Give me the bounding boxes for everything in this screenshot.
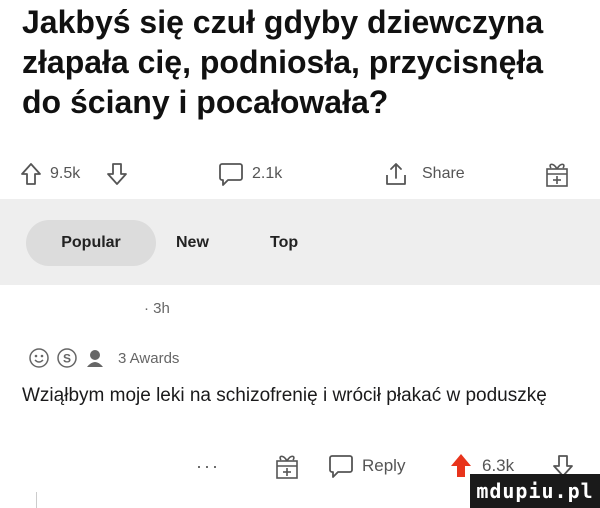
reply-label: Reply — [362, 456, 406, 475]
gift-award-icon — [546, 163, 568, 187]
comment-sort-bar: Popular New Top — [0, 199, 600, 285]
upvote-arrow-icon — [451, 454, 471, 477]
comment-award-button[interactable] — [274, 448, 300, 484]
more-options-button[interactable]: ··· — [196, 448, 220, 484]
thread-line — [36, 492, 37, 508]
share-button[interactable]: Share — [384, 156, 465, 192]
helpful-award-icon — [87, 350, 103, 367]
silver-award-icon: S — [57, 348, 77, 368]
share-label: Share — [422, 165, 465, 182]
upvote-button[interactable]: 9.5k — [20, 156, 80, 192]
comment-body: Wziąłbym moje leki na schizofrenię i wró… — [22, 385, 547, 406]
comment-timestamp: · 3h — [144, 300, 170, 317]
comments-button[interactable]: 2.1k — [218, 156, 282, 192]
downvote-arrow-icon — [107, 163, 127, 185]
comment-awards[interactable]: S 3 Awards — [28, 340, 179, 376]
svg-text:S: S — [63, 352, 71, 366]
tab-new[interactable]: New — [176, 220, 209, 266]
downvote-button[interactable] — [106, 156, 128, 192]
award-button[interactable] — [544, 156, 570, 192]
watermark: mdupiu.pl — [470, 474, 600, 508]
tab-top[interactable]: Top — [270, 220, 298, 266]
comment-count: 2.1k — [252, 165, 283, 182]
gift-award-icon — [276, 455, 298, 479]
post-score: 9.5k — [50, 165, 81, 182]
wholesome-award-icon — [29, 348, 49, 368]
post-title: Jakbyś się czuł gdyby dziewczyna złapała… — [22, 4, 544, 120]
share-icon — [386, 163, 406, 185]
awards-label: 3 Awards — [118, 349, 180, 367]
post-action-bar: 9.5k 2.1k Share — [20, 156, 580, 192]
comment-score: 6.3k — [482, 456, 515, 475]
upvote-arrow-icon — [21, 163, 41, 185]
reply-bubble-icon — [329, 455, 353, 478]
reply-button[interactable]: Reply — [328, 448, 405, 484]
comment-bubble-icon — [219, 163, 243, 186]
tab-popular[interactable]: Popular — [26, 220, 156, 266]
